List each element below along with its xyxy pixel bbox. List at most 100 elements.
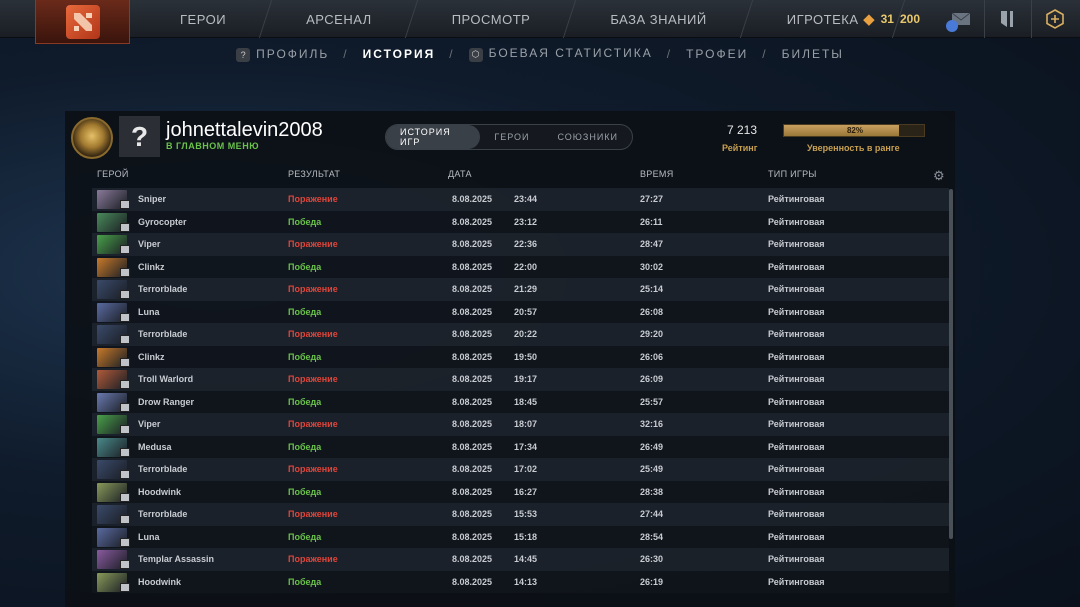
role-badge-icon (120, 537, 130, 547)
table-row[interactable]: Drow Ranger Победа 8.08.2025 18:45 25:57 Рейт… (92, 390, 949, 413)
match-duration: 28:38 (640, 486, 664, 497)
role-badge-icon (120, 447, 130, 457)
table-row[interactable]: Gyrocopter Победа 8.08.2025 23:12 26:11 Рейти… (92, 210, 949, 233)
gear-icon[interactable]: ⚙ (933, 168, 945, 184)
nav-item-1[interactable]: АРСЕНАЛ (266, 0, 412, 38)
nav-item-0[interactable]: ГЕРОИ (140, 0, 266, 38)
game-type: Рейтинговая (768, 419, 825, 430)
hero-name: Medusa (138, 441, 172, 452)
tab-1[interactable]: ГЕРОИ (480, 125, 543, 149)
table-row[interactable]: Luna Победа 8.08.2025 15:18 28:54 Рейтинговая (92, 525, 949, 548)
nav-item-3[interactable]: БАЗА ЗНАНИЙ (570, 0, 746, 38)
table-row[interactable]: Terrorblade Поражение 8.08.2025 21:29 25:14 Р… (92, 278, 949, 301)
find-match-icon[interactable] (1044, 8, 1066, 30)
role-badge-icon (120, 425, 130, 434)
subnav-item-1[interactable]: ИСТОРИЯ (363, 47, 436, 61)
game-type: Рейтинговая (768, 239, 825, 250)
subnav-item-3[interactable]: ТРОФЕИ (686, 47, 748, 61)
match-duration: 26:08 (640, 306, 664, 317)
column-header-duration[interactable]: ВРЕМЯ (640, 169, 674, 179)
table-row[interactable]: Terrorblade Поражение 8.08.2025 15:53 27:44 Р… (92, 503, 949, 526)
match-date: 8.08.2025 (452, 306, 493, 317)
tab-2[interactable]: СОЮЗНИКИ (543, 125, 632, 149)
subnav-separator: / (762, 47, 768, 61)
match-result: Поражение (288, 374, 338, 385)
subnav-item-label: ИСТОРИЯ (362, 47, 436, 61)
avatar[interactable]: ? (119, 116, 160, 157)
top-right-tray: ◆ 31 200 (863, 0, 1080, 38)
table-row[interactable]: Troll Warlord Поражение 8.08.2025 19:17 26:0… (92, 368, 949, 391)
table-row[interactable]: Templar Assassin Поражение 8.08.2025 14:45 2… (92, 548, 949, 571)
role-badge-icon (120, 582, 130, 592)
match-result: Победа (288, 306, 322, 317)
role-badge-icon (120, 200, 130, 209)
battlepass-widget[interactable]: ◆ 31 200 (863, 10, 920, 28)
table-row[interactable]: Hoodwink Победа 8.08.2025 16:27 28:38 Рейтинг… (92, 480, 949, 503)
hero-name: Sniper (138, 194, 167, 205)
column-header-result[interactable]: РЕЗУЛЬТАТ (288, 169, 340, 179)
match-result: Победа (288, 216, 322, 227)
hero-name: Luna (138, 306, 160, 317)
profile-subnav: ? ПРОФИЛЬ / ИСТОРИЯ / ⬡ БОЕВАЯ СТАТИСТИКА / ТРОФ… (0, 40, 1080, 68)
game-type: Рейтинговая (768, 284, 825, 295)
nav-item-2[interactable]: ПРОСМОТР (412, 0, 571, 38)
rank-medal-icon[interactable] (71, 117, 113, 159)
rank-confidence-label: Уверенность в ранге (807, 143, 900, 153)
match-time: 19:17 (514, 374, 538, 385)
user-status: В ГЛАВНОМ МЕНЮ (166, 141, 259, 151)
match-time: 14:45 (514, 554, 538, 565)
role-badge-icon (120, 357, 130, 367)
scrollbar[interactable] (949, 189, 953, 539)
table-row[interactable]: Sniper Поражение 8.08.2025 23:44 27:27 Рейтин… (92, 188, 949, 211)
table-row[interactable]: Terrorblade Поражение 8.08.2025 17:02 25:49 Р… (92, 458, 949, 481)
subnav-item-label: ПРОФИЛЬ (256, 46, 330, 61)
game-type: Рейтинговая (768, 261, 825, 272)
table-row[interactable]: Hoodwink Победа 8.08.2025 14:13 26:19 Рейтинг… (92, 570, 949, 593)
hero-name: Clinkz (138, 351, 165, 362)
match-date: 8.08.2025 (452, 216, 493, 227)
chat-bubble-icon (946, 20, 958, 32)
match-result: Победа (288, 351, 322, 362)
match-duration: 29:20 (640, 329, 664, 340)
match-result: Поражение (288, 419, 338, 430)
subnav-separator: / (343, 47, 349, 61)
match-date: 8.08.2025 (452, 261, 493, 272)
rank-confidence-bar: 82% (783, 124, 925, 137)
game-type: Рейтинговая (768, 486, 825, 497)
match-duration: 27:27 (640, 194, 664, 205)
table-row[interactable]: Medusa Победа 8.08.2025 17:34 26:49 Рейтингов… (92, 435, 949, 458)
game-type: Рейтинговая (768, 306, 825, 317)
match-result: Победа (288, 396, 322, 407)
table-row[interactable]: Clinkz Победа 8.08.2025 22:00 30:02 Рейтингов… (92, 255, 949, 278)
column-header-game-type[interactable]: ТИП ИГРЫ (768, 169, 817, 179)
subnav-item-label: БИЛЕТЫ (781, 47, 844, 61)
table-row[interactable]: Luna Победа 8.08.2025 20:57 26:08 Рейтинговая (92, 300, 949, 323)
match-time: 17:02 (514, 464, 538, 475)
match-date: 8.08.2025 (452, 554, 493, 565)
match-date: 8.08.2025 (452, 441, 493, 452)
column-header-hero[interactable]: ГЕРОЙ (97, 169, 129, 179)
subnav-item-2[interactable]: ⬡ БОЕВАЯ СТАТИСТИКА (468, 46, 653, 62)
dota-logo-button[interactable] (35, 0, 130, 44)
subnav-item-4[interactable]: БИЛЕТЫ (782, 47, 844, 61)
table-row[interactable]: Viper Поражение 8.08.2025 18:07 32:16 Рейтинг… (92, 413, 949, 436)
mail-icon[interactable] (946, 8, 972, 32)
subnav-item-0[interactable]: ? ПРОФИЛЬ (236, 47, 329, 62)
game-type: Рейтинговая (768, 554, 825, 565)
match-list: Sniper Поражение 8.08.2025 23:44 27:27 Рейтин… (92, 188, 949, 593)
role-badge-icon (120, 515, 130, 524)
match-result: Победа (288, 261, 322, 272)
match-time: 18:45 (514, 396, 538, 407)
table-row[interactable]: Terrorblade Поражение 8.08.2025 20:22 29:20 Р… (92, 323, 949, 346)
armory-shield-icon[interactable] (997, 8, 1019, 30)
game-type: Рейтинговая (768, 329, 825, 340)
table-row[interactable]: Viper Поражение 8.08.2025 22:36 28:47 Рейтинг… (92, 233, 949, 256)
tray-divider (1031, 0, 1032, 38)
game-type: Рейтинговая (768, 194, 825, 205)
tray-divider (984, 0, 985, 38)
role-badge-icon (120, 312, 130, 322)
game-type: Рейтинговая (768, 531, 825, 542)
table-row[interactable]: Clinkz Победа 8.08.2025 19:50 26:06 Рейтингов… (92, 345, 949, 368)
column-header-date[interactable]: ДАТА (448, 169, 472, 179)
tab-0[interactable]: ИСТОРИЯ ИГР (386, 125, 481, 149)
